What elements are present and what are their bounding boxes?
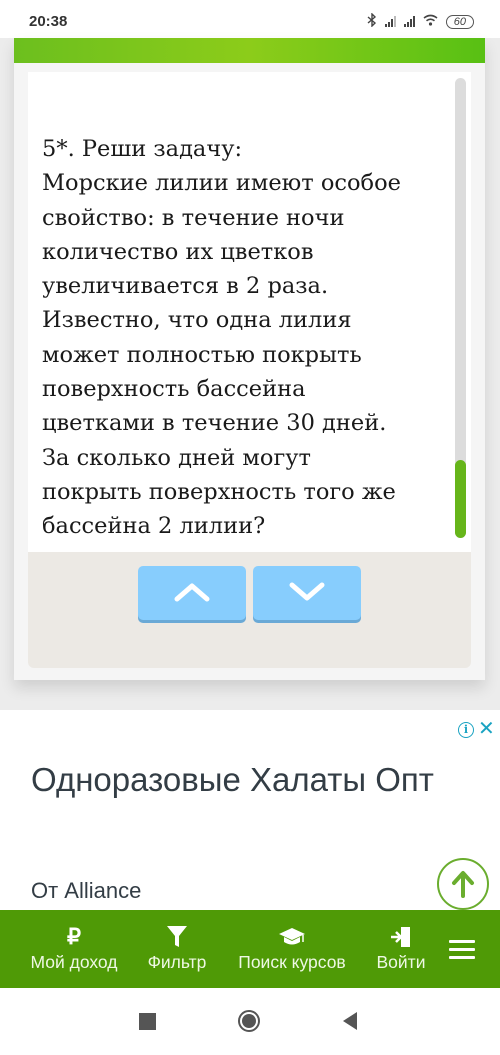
task-line: За сколько дней могут bbox=[42, 444, 311, 471]
filter-icon bbox=[140, 926, 214, 948]
home-icon[interactable] bbox=[238, 1010, 260, 1032]
recent-apps-icon[interactable] bbox=[139, 1013, 156, 1030]
task-content: 5*. Реши задачу: Морские лилии имеют осо… bbox=[28, 72, 471, 552]
nav-login[interactable]: Войти bbox=[370, 910, 432, 988]
task-line: увеличивается в 2 раза. bbox=[42, 273, 329, 300]
nav-label: Мой доход bbox=[30, 952, 118, 972]
task-line: бассейна 2 лилии? bbox=[42, 513, 266, 540]
previous-page-button[interactable] bbox=[138, 566, 246, 620]
status-bar: 20:38 60 bbox=[0, 0, 500, 38]
signal-icon bbox=[384, 16, 396, 27]
nav-my-income[interactable]: ₽ Мой доход bbox=[22, 910, 126, 988]
graduation-cap-icon bbox=[230, 926, 354, 948]
chevron-up-icon bbox=[174, 583, 210, 602]
scroll-to-top-button[interactable] bbox=[437, 858, 489, 910]
task-line: покрыть поверхность того же bbox=[42, 478, 396, 505]
status-icons: 60 bbox=[367, 12, 474, 30]
task-line: цветками в течение 30 дней. bbox=[42, 410, 387, 437]
task-line: поверхность бассейна bbox=[42, 376, 306, 403]
task-line: свойство: в течение ночи bbox=[42, 204, 345, 231]
chevron-down-icon bbox=[289, 582, 325, 601]
status-time: 20:38 bbox=[29, 13, 68, 30]
task-text: 5*. Реши задачу: Морские лилии имеют осо… bbox=[42, 132, 447, 544]
task-line: количество их цветков bbox=[42, 238, 314, 265]
scrollbar-thumb[interactable] bbox=[455, 460, 466, 538]
bluetooth-icon bbox=[367, 12, 377, 30]
page-navigation bbox=[28, 552, 471, 668]
hamburger-menu-icon[interactable] bbox=[449, 940, 475, 960]
nav-filter[interactable]: Фильтр bbox=[140, 910, 214, 988]
bottom-navigation: ₽ Мой доход Фильтр Поиск курсов Войти bbox=[0, 910, 500, 988]
wifi-icon bbox=[423, 14, 438, 29]
arrow-up-icon bbox=[452, 871, 474, 898]
nav-label: Поиск курсов bbox=[238, 952, 346, 972]
ad-close-icon[interactable]: ✕ bbox=[478, 717, 495, 741]
ad-title[interactable]: Одноразовые Халаты Опт bbox=[31, 758, 451, 802]
task-line: 5*. Реши задачу: bbox=[42, 136, 243, 162]
signal-icon bbox=[403, 16, 415, 27]
ad-banner[interactable]: i ✕ Одноразовые Халаты Опт От Alliance bbox=[0, 710, 500, 910]
ad-info-icon[interactable]: i bbox=[458, 722, 474, 738]
card-header-bar bbox=[14, 38, 485, 63]
task-line: может полностью покрыть bbox=[42, 341, 362, 368]
nav-label: Войти bbox=[376, 952, 426, 972]
task-card: 5*. Реши задачу: Морские лилии имеют осо… bbox=[14, 38, 485, 680]
home-icon-dot bbox=[242, 1014, 256, 1028]
task-line: Известно, что одна лилия bbox=[42, 307, 352, 334]
task-line: Морские лилии имеют особое bbox=[42, 170, 401, 197]
system-navigation-bar bbox=[0, 988, 500, 1055]
back-icon[interactable] bbox=[343, 1012, 357, 1030]
battery-icon: 60 bbox=[445, 14, 474, 29]
ruble-icon: ₽ bbox=[67, 924, 81, 949]
ad-source: От Alliance bbox=[31, 878, 142, 903]
nav-label: Фильтр bbox=[147, 952, 207, 972]
next-page-button[interactable] bbox=[253, 566, 361, 620]
nav-course-search[interactable]: Поиск курсов bbox=[230, 910, 354, 988]
login-icon bbox=[370, 926, 432, 948]
